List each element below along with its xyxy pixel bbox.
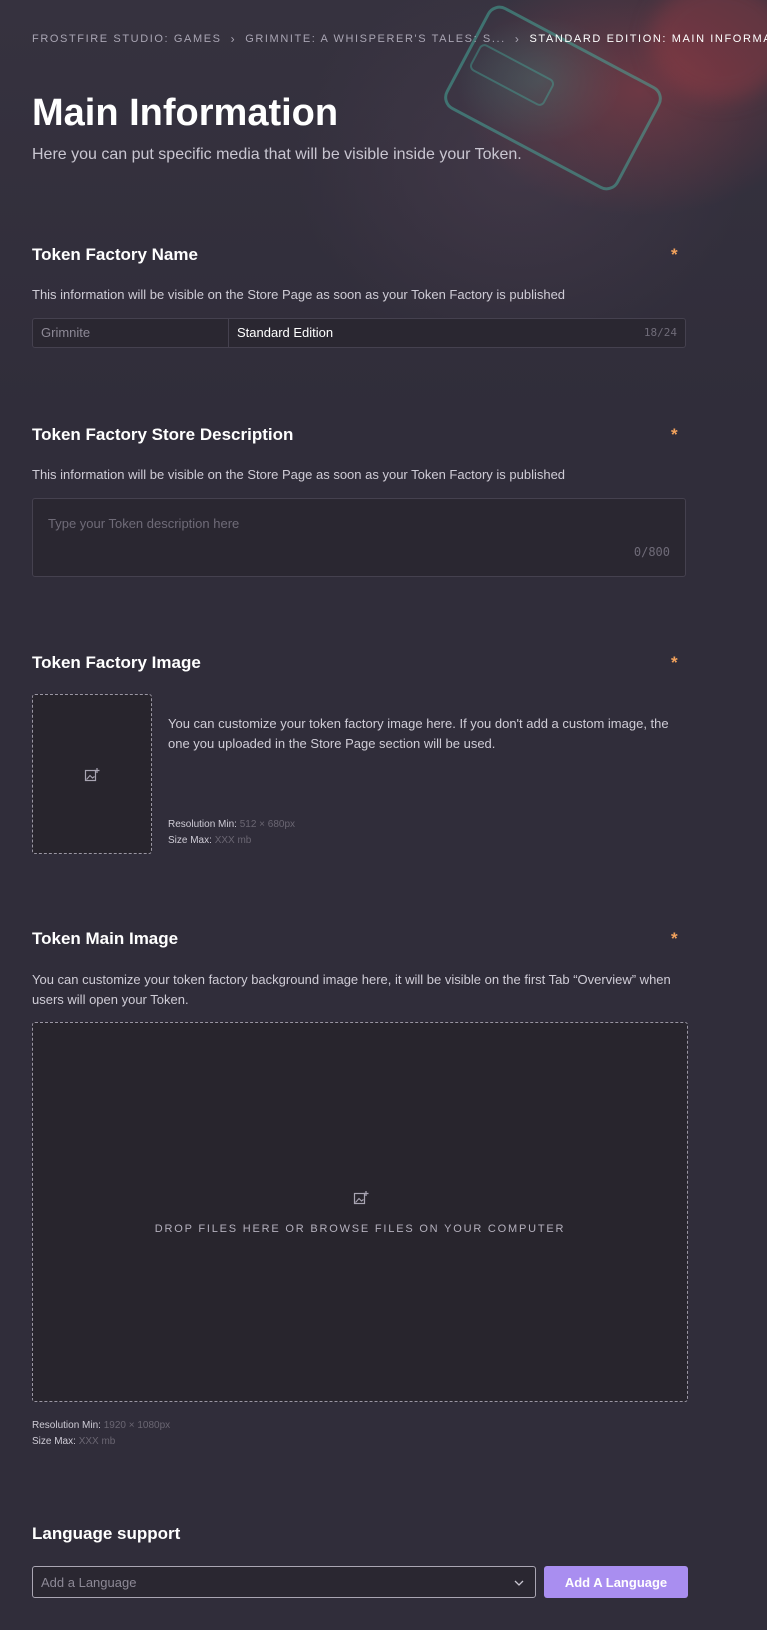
token-name-counter: 18/24 [643,326,677,339]
hero-art-glow [650,0,767,100]
size-label: Size Max: [32,1436,76,1447]
chevron-right-icon: › [514,32,521,46]
chevron-right-icon: › [230,32,237,46]
size-value: XXX mb [214,835,252,846]
hero-art-visor [439,0,667,196]
main-image-title: Token Main Image [32,929,179,948]
breadcrumb-item-studio[interactable]: FROSTFIRE STUDIO: GAMES [32,33,222,45]
add-language-button[interactable]: Add A Language [544,1566,688,1598]
language-select[interactable]: Add a Language [32,1566,536,1598]
token-name-field: Grimnite Standard Edition 18/24 [32,318,686,348]
chevron-down-icon [514,1580,524,1586]
required-marker: * [671,929,678,948]
store-description-help: This information will be visible on the … [32,467,566,482]
page-subtitle: Here you can put specific media that wil… [32,146,522,163]
store-description-counter: 0/800 [633,545,670,559]
resolution-value: 512 × 680px [239,819,296,830]
resolution-label: Resolution Min: [168,819,237,830]
page-title: Main Information [32,92,339,134]
language-support-title: Language support [32,1524,181,1543]
main-image-requirements: Resolution Min: 1920 × 1080px Size Max: … [32,1418,170,1450]
required-marker: * [671,245,678,264]
size-label: Size Max: [168,835,212,846]
token-name-input[interactable]: Standard Edition [229,319,636,347]
factory-image-title: Token Factory Image [32,653,201,672]
store-description-textarea[interactable]: Type your Token description here 0/800 [32,498,686,577]
resolution-value: 1920 × 1080px [103,1420,171,1431]
main-image-dropzone[interactable]: DROP FILES HERE OR BROWSE FILES ON YOUR … [32,1022,688,1402]
breadcrumb-item-current: STANDARD EDITION: MAIN INFORMATION [529,33,767,45]
add-image-icon [353,1191,369,1205]
resolution-label: Resolution Min: [32,1420,101,1431]
hero-background [0,0,767,420]
factory-image-requirements: Resolution Min: 512 × 680px Size Max: XX… [168,817,295,849]
language-select-placeholder: Add a Language [41,1575,137,1590]
factory-image-description: You can customize your token factory ima… [168,716,669,751]
breadcrumb: FROSTFIRE STUDIO: GAMES › GRIMNITE: A WH… [32,32,767,46]
required-marker: * [671,425,678,444]
size-value: XXX mb [78,1436,116,1447]
add-image-icon [84,768,100,782]
token-name-title: Token Factory Name [32,245,198,264]
token-name-description: This information will be visible on the … [32,287,566,302]
store-description-placeholder: Type your Token description here [48,516,240,531]
dropzone-instruction: DROP FILES HERE OR BROWSE FILES ON YOUR … [154,1223,566,1235]
token-name-prefix: Grimnite [33,319,229,347]
breadcrumb-item-game[interactable]: GRIMNITE: A WHISPERER'S TALES: S... [245,33,506,45]
main-image-description: You can customize your token factory bac… [32,972,671,1007]
factory-image-dropzone[interactable] [32,694,152,854]
store-description-title: Token Factory Store Description [32,425,294,444]
required-marker: * [671,653,678,672]
